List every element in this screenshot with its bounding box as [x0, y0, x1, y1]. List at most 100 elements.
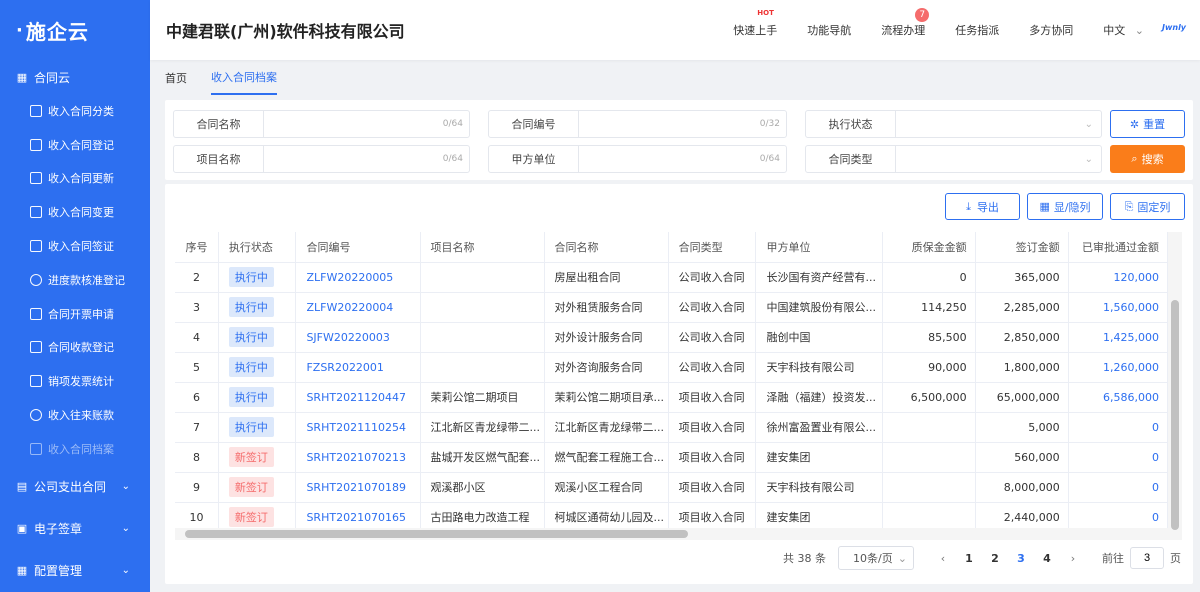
cell-approved[interactable]: 0	[1068, 412, 1169, 443]
cell-code[interactable]: SRHT2021070213	[295, 442, 421, 473]
sidebar-item-income-archive[interactable]: 收入合同档案	[0, 432, 150, 466]
cell-code[interactable]: SRHT2021070189	[295, 472, 421, 503]
cell-code[interactable]: SJFW20220003	[295, 322, 421, 353]
accounts-icon	[30, 409, 42, 422]
horizontal-scrollbar[interactable]	[175, 528, 1168, 540]
sidebar-group-config[interactable]: ▦ 配置管理 ⌄	[0, 550, 150, 592]
table-row[interactable]: 6 执行中 SRHT2021120447 茉莉公馆二期项目 茉莉公馆二期项目承... 项目…	[175, 382, 1169, 413]
app-logo[interactable]: · 施企云	[0, 0, 150, 60]
col-header[interactable]: 合同名称	[544, 232, 669, 263]
sidebar-item-income-change[interactable]: 收入合同变更	[0, 195, 150, 229]
chevron-down-icon: ⌄	[121, 481, 130, 493]
language-select[interactable]: 中文 ⌄	[1103, 22, 1144, 38]
nav-label: 流程办理	[881, 24, 926, 37]
table-row[interactable]: 8 新签订 SRHT2021070213 盐城开发区燃气配套... 燃气配套工程施工合.…	[175, 442, 1169, 473]
search-button[interactable]: ⌕ 搜索	[1110, 145, 1185, 173]
goto-page-input[interactable]	[1130, 547, 1164, 569]
table-panel: ⤓ 导出 ▦ 显/隐列 ⎘ 固定列 序号 执行状态 合同编号 项目名称 合同名称 合同…	[165, 184, 1193, 584]
scroll-thumb[interactable]	[185, 530, 688, 538]
fix-columns-button[interactable]: ⎘ 固定列	[1110, 193, 1185, 220]
nav-collaboration[interactable]: 多方协同	[1029, 22, 1073, 38]
cell-approved[interactable]: 6,586,000	[1068, 382, 1169, 413]
nav-quick-start[interactable]: 快速上手 HOT	[733, 9, 778, 38]
nav-tasks[interactable]: 任务指派	[955, 22, 999, 38]
col-header[interactable]: 合同编号	[295, 232, 421, 263]
party-a-field[interactable]: 甲方单位 0/64	[488, 145, 787, 173]
sidebar-item-invoice-apply[interactable]: 合同开票申请	[0, 297, 150, 331]
page-number-3[interactable]: 3	[1008, 552, 1034, 565]
col-header[interactable]: 已审批通过金额	[1068, 232, 1169, 263]
cell-code[interactable]: SRHT2021110254	[295, 412, 421, 443]
cell-name: 茉莉公馆二期项目承...	[544, 382, 669, 413]
tab-home[interactable]: 首页	[165, 62, 187, 94]
nav-process[interactable]: 流程办理 7	[881, 8, 930, 38]
cell-approved[interactable]: 120,000	[1068, 262, 1169, 293]
table-row[interactable]: 4 执行中 SJFW20220003 对外设计服务合同 公司收入合同 融创中国 85,500…	[175, 322, 1169, 353]
sidebar-item-output-invoice-stats[interactable]: 销项发票统计	[0, 364, 150, 398]
sidebar-group-expense-contract[interactable]: ▤ 公司支出合同 ⌄	[0, 466, 150, 508]
col-header[interactable]: 质保金金额	[882, 232, 976, 263]
cell-code[interactable]: ZLFW20220005	[295, 262, 421, 293]
project-name-field[interactable]: 项目名称 0/64	[173, 145, 470, 173]
table-row[interactable]: 3 执行中 ZLFW20220004 对外租赁服务合同 公司收入合同 中国建筑股份有限公.…	[175, 292, 1169, 323]
tab-income-archive[interactable]: 收入合同档案	[211, 61, 277, 95]
page-number-2[interactable]: 2	[982, 552, 1008, 565]
contract-no-field[interactable]: 合同编号 0/32	[488, 110, 787, 138]
toggle-columns-button[interactable]: ▦ 显/隐列	[1027, 193, 1103, 220]
scroll-thumb[interactable]	[1171, 300, 1179, 530]
status-badge: 新签订	[228, 477, 274, 497]
cell-approved[interactable]: 0	[1068, 472, 1169, 503]
table-row[interactable]: 5 执行中 FZSR2022001 对外咨询服务合同 公司收入合同 天宇科技有限公司 90,…	[175, 352, 1169, 383]
field-label: 项目名称	[174, 146, 264, 172]
cell-approved[interactable]: 0	[1068, 442, 1169, 473]
cell-code[interactable]: ZLFW20220004	[295, 292, 421, 323]
export-button[interactable]: ⤓ 导出	[945, 193, 1020, 220]
cell-retention	[882, 442, 976, 473]
cell-code[interactable]: FZSR2022001	[295, 352, 421, 383]
sidebar-item-collection-register[interactable]: 合同收款登记	[0, 331, 150, 365]
contract-type-select[interactable]: 合同类型 ⌄	[805, 145, 1102, 173]
reset-button[interactable]: ✲ 重置	[1110, 110, 1185, 138]
col-header[interactable]: 签订金额	[975, 232, 1069, 263]
col-header[interactable]: 合同类型	[668, 232, 757, 263]
exec-status-select[interactable]: 执行状态 ⌄	[805, 110, 1102, 138]
group-label: 电子签章	[34, 522, 83, 537]
sidebar-item-income-update[interactable]: 收入合同更新	[0, 162, 150, 196]
sidebar-item-income-category[interactable]: 收入合同分类	[0, 94, 150, 128]
sidebar-item-label: 收入合同分类	[48, 104, 114, 118]
sidebar-group-e-signature[interactable]: ▣ 电子签章 ⌄	[0, 508, 150, 550]
cell-approved[interactable]: 1,260,000	[1068, 352, 1169, 383]
brand-avatar[interactable]: Jwnly	[1162, 23, 1186, 37]
col-header[interactable]: 执行状态	[218, 232, 297, 263]
cell-approved[interactable]: 1,560,000	[1068, 292, 1169, 323]
cell-no: 6	[175, 382, 219, 413]
sidebar-item-progress-payment[interactable]: 进度款核准登记	[0, 263, 150, 297]
cell-name: 对外咨询服务合同	[544, 352, 669, 383]
table-row[interactable]: 2 执行中 ZLFW20220005 房屋出租合同 公司收入合同 长沙国有资产经营有...…	[175, 262, 1169, 293]
table-row[interactable]: 7 执行中 SRHT2021110254 江北新区青龙绿带二... 江北新区青龙绿带二.…	[175, 412, 1169, 443]
col-header[interactable]: 甲方单位	[755, 232, 883, 263]
cell-approved[interactable]: 1,425,000	[1068, 322, 1169, 353]
vertical-scrollbar[interactable]	[1168, 232, 1182, 540]
cell-status: 新签订	[218, 472, 297, 503]
cell-code[interactable]: SRHT2021120447	[295, 382, 421, 413]
page-size-select[interactable]: 10条/页 ⌄	[838, 546, 914, 570]
cell-type: 公司收入合同	[668, 292, 757, 323]
sidebar-item-income-accounts[interactable]: 收入往来账款	[0, 398, 150, 432]
page-number-4[interactable]: 4	[1034, 552, 1060, 565]
field-label: 合同名称	[174, 111, 264, 137]
fix-columns-label: 固定列	[1137, 200, 1171, 214]
col-header[interactable]: 项目名称	[420, 232, 545, 263]
contract-name-field[interactable]: 合同名称 0/64	[173, 110, 470, 138]
page-number-1[interactable]: 1	[956, 552, 982, 565]
col-header[interactable]: 序号	[175, 232, 219, 263]
sidebar-group-contract-cloud[interactable]: ▦ 合同云	[0, 60, 150, 94]
sidebar-item-income-register[interactable]: 收入合同登记	[0, 128, 150, 162]
prev-page-icon[interactable]: ‹	[930, 552, 956, 565]
nav-label: 快速上手	[733, 24, 778, 37]
next-page-icon[interactable]: ›	[1060, 552, 1086, 565]
nav-function-navigation[interactable]: 功能导航	[807, 22, 851, 38]
cell-status: 执行中	[218, 352, 297, 383]
sidebar-item-income-visa[interactable]: 收入合同签证	[0, 229, 150, 263]
table-row[interactable]: 9 新签订 SRHT2021070189 观溪郡小区 观溪小区工程合同 项目收入合同 天宇科…	[175, 472, 1169, 503]
